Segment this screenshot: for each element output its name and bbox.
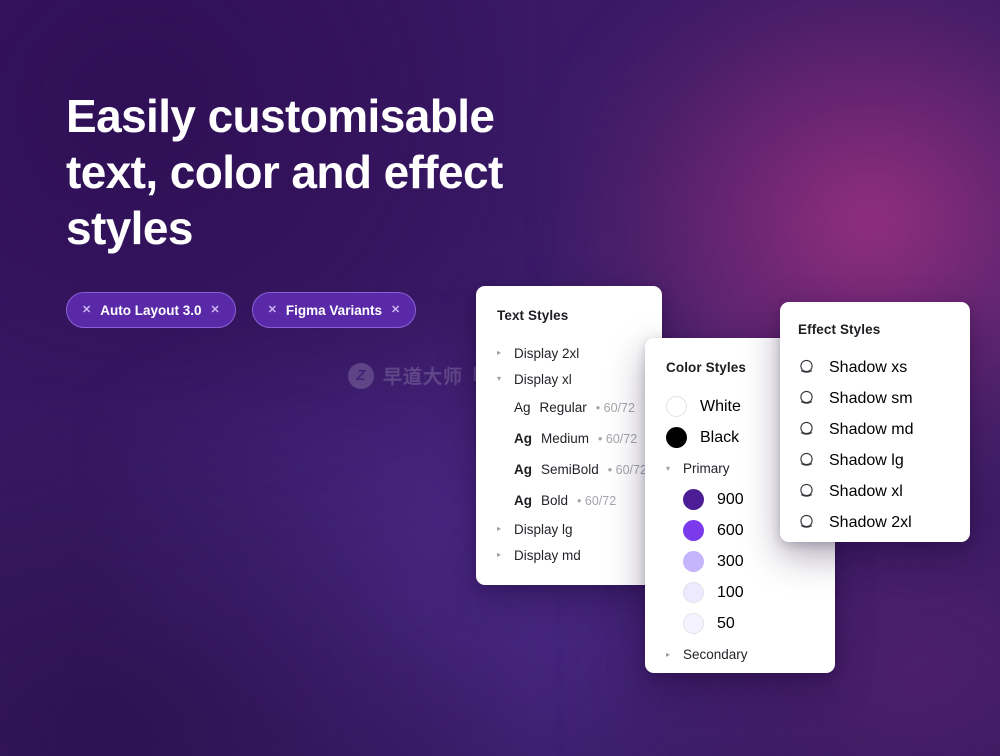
effect-item-shadow-md[interactable]: Shadow md	[780, 414, 970, 445]
font-sample: Ag	[514, 493, 532, 508]
close-icon[interactable]: ✕	[268, 304, 277, 316]
color-shade-300[interactable]: 300	[645, 546, 835, 577]
color-swatch-icon	[683, 582, 704, 603]
chevron-right-icon[interactable]: ▸	[666, 650, 678, 659]
color-swatch-icon	[683, 613, 704, 634]
chevron-right-icon[interactable]: ▸	[497, 349, 509, 357]
effect-label: Shadow md	[829, 420, 914, 438]
effect-label: Shadow sm	[829, 389, 913, 407]
chevron-right-icon[interactable]: ▸	[497, 551, 509, 559]
color-swatch-icon	[683, 489, 704, 510]
badge-auto-layout[interactable]: ✕ Auto Layout 3.0 ✕	[66, 292, 236, 328]
effect-styles-panel: Effect Styles Shadow xs Shadow sm Shadow…	[780, 302, 970, 542]
font-weight-name: Regular	[539, 400, 587, 415]
close-icon[interactable]: ✕	[391, 304, 400, 316]
effect-label: Shadow 2xl	[829, 513, 912, 531]
effect-label: Shadow lg	[829, 451, 904, 469]
text-style-label: Display 2xl	[514, 345, 580, 361]
color-shade-label: 900	[717, 490, 744, 508]
effect-label: Shadow xs	[829, 358, 908, 376]
shadow-circle-icon	[798, 514, 815, 531]
color-group-label: Primary	[683, 461, 730, 476]
font-sample: Ag	[514, 400, 531, 415]
font-size-leading: • 60/72	[607, 462, 647, 477]
effect-item-shadow-lg[interactable]: Shadow lg	[780, 445, 970, 476]
close-icon[interactable]: ✕	[82, 304, 91, 316]
page-title-line-3: styles	[66, 202, 193, 254]
text-weight-row[interactable]: Ag Bold • 60/72	[476, 485, 662, 516]
color-shade-100[interactable]: 100	[645, 577, 835, 608]
effect-styles-title: Effect Styles	[798, 322, 881, 337]
text-weight-row[interactable]: Ag SemiBold • 60/72	[476, 454, 662, 485]
text-style-item-display-lg[interactable]: ▸ Display lg	[476, 516, 662, 542]
close-icon[interactable]: ✕	[210, 304, 219, 316]
shadow-circle-icon	[798, 359, 815, 376]
color-swatch-icon	[683, 520, 704, 541]
font-sample: Ag	[514, 462, 532, 477]
chevron-down-icon[interactable]: ▾	[497, 375, 509, 383]
hero-section: Easily customisable text, color and effe…	[66, 88, 586, 256]
font-weight-name: SemiBold	[541, 462, 599, 477]
color-shade-label: 100	[717, 583, 744, 601]
effect-item-shadow-xl[interactable]: Shadow xl	[780, 476, 970, 507]
font-size-leading: • 60/72	[577, 493, 617, 508]
text-style-label: Display xl	[514, 371, 572, 387]
color-group-secondary[interactable]: ▸ Secondary	[645, 639, 835, 670]
page-title-line-1: Easily customisable	[66, 90, 495, 142]
badge-label: Figma Variants	[285, 302, 382, 318]
color-group-label: Secondary	[683, 647, 748, 662]
shadow-circle-icon	[798, 390, 815, 407]
text-styles-title: Text Styles	[497, 308, 569, 323]
page-title-line-2: text, color and effect	[66, 146, 503, 198]
color-swatch-icon	[683, 551, 704, 572]
text-weight-row[interactable]: Ag Regular • 60/72	[476, 392, 662, 423]
font-size-leading: • 60/72	[595, 400, 635, 415]
chevron-down-icon[interactable]: ▾	[666, 464, 678, 473]
badge-list: ✕ Auto Layout 3.0 ✕ ✕ Figma Variants ✕	[66, 292, 417, 328]
text-style-label: Display lg	[514, 521, 573, 537]
background-glow-bottom-left	[0, 420, 520, 756]
shadow-circle-icon	[798, 483, 815, 500]
text-style-item-display-2xl[interactable]: ▸ Display 2xl	[476, 340, 662, 366]
font-weight-name: Medium	[541, 431, 590, 446]
color-label: White	[700, 397, 741, 415]
color-shade-label: 50	[717, 614, 735, 632]
effect-label: Shadow xl	[829, 482, 903, 500]
text-styles-panel: Text Styles ▸ Display 2xl ▾ Display xl A…	[476, 286, 662, 585]
font-weight-name: Bold	[541, 493, 569, 508]
color-swatch-icon	[666, 427, 687, 448]
color-shade-label: 300	[717, 552, 744, 570]
chevron-right-icon[interactable]: ▸	[497, 525, 509, 533]
page-title: Easily customisable text, color and effe…	[66, 88, 586, 256]
badge-label: Auto Layout 3.0	[100, 302, 202, 318]
color-shade-50[interactable]: 50	[645, 608, 835, 639]
color-label: Black	[700, 428, 740, 446]
font-size-leading: • 60/72	[598, 431, 638, 446]
text-style-label: Display md	[514, 547, 581, 563]
badge-figma-variants[interactable]: ✕ Figma Variants ✕	[251, 292, 417, 328]
text-style-item-display-md[interactable]: ▸ Display md	[476, 542, 662, 568]
shadow-circle-icon	[798, 421, 815, 438]
effect-item-shadow-xs[interactable]: Shadow xs	[780, 352, 970, 383]
shadow-circle-icon	[798, 452, 815, 469]
text-style-item-display-xl[interactable]: ▾ Display xl	[476, 366, 662, 392]
effect-item-shadow-sm[interactable]: Shadow sm	[780, 383, 970, 414]
text-weight-row[interactable]: Ag Medium • 60/72	[476, 423, 662, 454]
color-shade-label: 600	[717, 521, 744, 539]
color-swatch-icon	[666, 396, 687, 417]
effect-item-shadow-2xl[interactable]: Shadow 2xl	[780, 507, 970, 538]
font-sample: Ag	[514, 431, 532, 446]
